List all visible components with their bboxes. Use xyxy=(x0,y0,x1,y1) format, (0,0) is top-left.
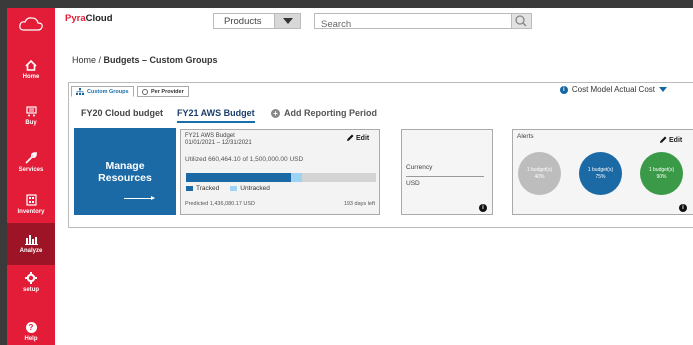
tab-per-provider[interactable]: Per Provider xyxy=(137,86,189,97)
sidebar-item-setup[interactable]: setup xyxy=(7,260,55,304)
sidebar-item-label: Services xyxy=(18,166,44,173)
cost-model-selector[interactable]: i Cost Model Actual Cost xyxy=(559,85,667,94)
currency-label: Currency xyxy=(406,164,433,171)
sidebar-item-analyze[interactable]: Analyze xyxy=(7,223,55,265)
edit-budget-button[interactable]: Edit xyxy=(346,134,369,142)
search-input[interactable] xyxy=(315,17,511,32)
window-frame-left xyxy=(0,0,7,345)
window-frame-top xyxy=(0,0,693,8)
search-icon xyxy=(515,15,527,27)
pencil-icon xyxy=(660,136,667,143)
alert-circle[interactable]: 1 budget(s) 40% xyxy=(518,152,561,195)
sidebar: Home Buy Services Inventory Analyze setu… xyxy=(7,8,55,345)
wrench-icon xyxy=(25,151,37,164)
tab-label: Custom Groups xyxy=(87,88,129,95)
sidebar-item-inventory[interactable]: Inventory xyxy=(7,182,55,226)
alerts-title: Alerts xyxy=(517,133,534,140)
add-reporting-period-button[interactable]: + Add Reporting Period xyxy=(271,108,377,118)
gear-icon xyxy=(25,271,37,284)
tab-custom-groups[interactable]: Custom Groups xyxy=(71,86,134,97)
tab-fy21-aws-budget[interactable]: FY21 AWS Budget xyxy=(177,108,255,123)
sidebar-item-label: Buy xyxy=(25,120,37,126)
breadcrumb-home[interactable]: Home xyxy=(72,55,96,65)
sidebar-item-buy[interactable]: Buy xyxy=(7,94,55,138)
sidebar-item-help[interactable]: ? Help xyxy=(7,318,55,345)
currency-value: USD xyxy=(406,180,420,187)
sidebar-item-label: Home xyxy=(22,74,40,80)
sidebar-item-label: setup xyxy=(22,286,39,293)
manage-resources-tile[interactable]: Manage Resources xyxy=(74,128,176,215)
legend-untracked: Untracked xyxy=(240,185,270,192)
manage-resources-label: Manage Resources xyxy=(98,160,152,184)
help-icon: ? xyxy=(25,322,37,333)
search-box xyxy=(314,13,532,32)
products-dropdown-label: Products xyxy=(224,16,262,27)
legend-tracked: Tracked xyxy=(196,185,220,192)
sidebar-item-home[interactable]: Home xyxy=(7,48,55,92)
sidebar-item-services[interactable]: Services xyxy=(7,140,55,184)
cost-model-label: Cost Model Actual Cost xyxy=(571,85,655,94)
breadcrumb: Home / Budgets – Custom Groups xyxy=(72,55,218,65)
budget-dates: 01/01/2021 – 12/31/2021 xyxy=(185,140,252,146)
alerts-card: Alerts Edit 1 budget(s) 40% 1 budget(s) … xyxy=(512,129,693,215)
tab-label: Per Provider xyxy=(151,88,184,95)
hierarchy-icon xyxy=(76,88,84,95)
app-logo[interactable]: PyraCloud xyxy=(65,13,113,24)
budget-progress-bar xyxy=(186,173,376,182)
info-icon[interactable]: i xyxy=(479,204,487,212)
budget-name: FY21 AWS Budget xyxy=(185,133,235,139)
add-period-label: Add Reporting Period xyxy=(284,108,377,118)
plus-icon: + xyxy=(271,108,280,118)
info-icon: i xyxy=(559,85,568,94)
provider-icon xyxy=(142,88,148,95)
pencil-icon xyxy=(347,134,354,141)
divider xyxy=(406,176,484,177)
sidebar-item-label: Help xyxy=(24,336,38,342)
budget-summary-card: FY21 AWS Budget 01/01/2021 – 12/31/2021 … xyxy=(180,129,380,215)
tracked-fill xyxy=(186,173,291,182)
untracked-fill xyxy=(290,173,302,182)
budget-panel: Custom Groups Per Provider i Cost Model … xyxy=(68,82,693,228)
arrow-right-icon xyxy=(124,196,155,200)
sidebar-item-label: Inventory xyxy=(17,208,45,215)
chevron-down-icon[interactable] xyxy=(274,14,300,28)
inventory-icon xyxy=(25,193,37,206)
edit-alerts-button[interactable]: Edit xyxy=(659,136,682,144)
top-header: PyraCloud Products xyxy=(55,8,693,32)
chevron-down-icon xyxy=(659,87,667,92)
home-icon xyxy=(25,60,37,71)
utilized-text: Utilized 660,464.10 of 1,500,000.00 USD xyxy=(185,156,304,163)
tab-fy20-cloud-budget[interactable]: FY20 Cloud budget xyxy=(81,108,163,118)
sidebar-item-label: Analyze xyxy=(19,248,43,254)
logo-cloud-icon[interactable] xyxy=(7,10,55,38)
untracked-swatch xyxy=(230,186,238,191)
predicted-spend: Predicted 1,436,080.17 USD xyxy=(185,201,256,207)
info-icon[interactable]: i xyxy=(679,204,687,212)
bar-chart-icon xyxy=(24,235,38,245)
search-button[interactable] xyxy=(511,14,531,28)
breadcrumb-current: Budgets – Custom Groups xyxy=(103,55,218,65)
products-dropdown[interactable]: Products xyxy=(213,13,301,29)
days-left: 193 days left xyxy=(343,201,375,207)
currency-card: Currency USD i xyxy=(401,129,493,215)
bar-legend: Tracked Untracked xyxy=(186,185,270,192)
alert-circle[interactable]: 1 budget(s) 75% xyxy=(579,152,622,195)
tracked-swatch xyxy=(186,186,193,191)
alert-circle[interactable]: 1 budget(s) 90% xyxy=(640,152,683,195)
cart-icon xyxy=(25,106,37,117)
